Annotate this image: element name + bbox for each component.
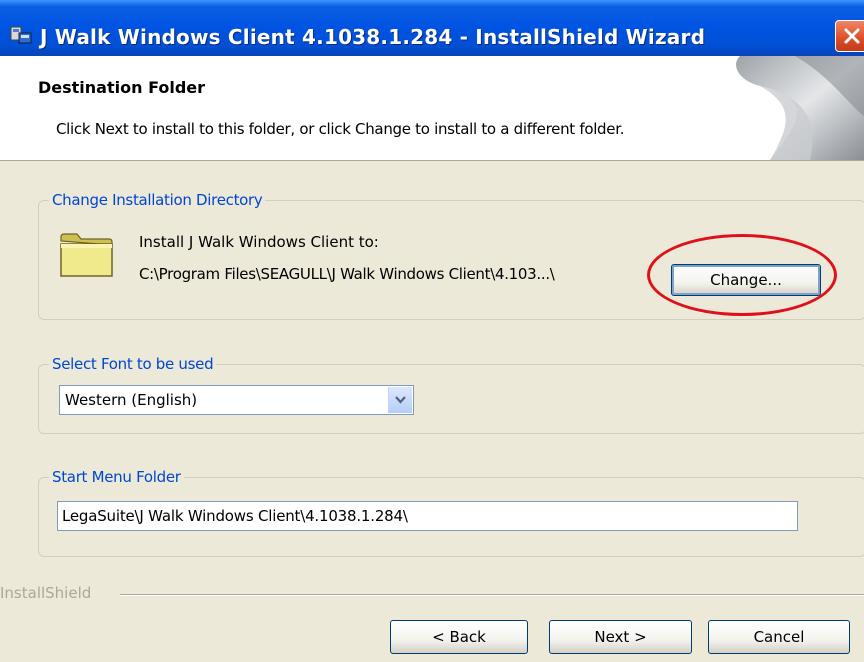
chevron-down-icon [395, 396, 406, 404]
dropdown-button[interactable] [388, 387, 412, 413]
folder-icon [60, 233, 113, 277]
installshield-brand-label: InstallShield [0, 584, 92, 602]
font-select[interactable]: Western (English) [59, 385, 414, 415]
font-select-value: Western (English) [65, 391, 198, 409]
installation-directory-group: Change Installation Directory Install J … [38, 191, 864, 320]
back-button[interactable]: < Back [390, 620, 528, 654]
close-button[interactable] [835, 20, 864, 52]
start-menu-folder-input[interactable]: LegaSuite\J Walk Windows Client\4.1038.1… [57, 501, 798, 531]
installation-directory-legend: Change Installation Directory [49, 191, 266, 209]
start-menu-folder-value: LegaSuite\J Walk Windows Client\4.1038.1… [62, 507, 408, 525]
page-curl-graphic [736, 56, 864, 160]
close-icon [844, 28, 860, 44]
start-menu-folder-legend: Start Menu Folder [49, 468, 184, 486]
font-selection-legend: Select Font to be used [49, 355, 217, 373]
installer-icon [10, 24, 32, 44]
page-description: Click Next to install to this folder, or… [56, 120, 625, 138]
start-menu-folder-group: Start Menu Folder LegaSuite\J Walk Windo… [38, 468, 864, 557]
header-banner: Destination Folder Click Next to install… [0, 56, 864, 161]
window-title: J Walk Windows Client 4.1038.1.284 - Ins… [40, 25, 706, 49]
next-button[interactable]: Next > [549, 620, 692, 654]
installshield-wizard-window: J Walk Windows Client 4.1038.1.284 - Ins… [0, 0, 864, 662]
title-bar[interactable]: J Walk Windows Client 4.1038.1.284 - Ins… [0, 0, 864, 56]
font-selection-group: Select Font to be used Western (English) [38, 355, 864, 434]
change-button[interactable]: Change... [671, 264, 821, 296]
install-target-label: Install J Walk Windows Client to: [139, 233, 379, 251]
cancel-button[interactable]: Cancel [708, 620, 850, 654]
page-title: Destination Folder [38, 78, 206, 97]
footer-divider [120, 594, 864, 596]
install-path: C:\Program Files\SEAGULL\J Walk Windows … [139, 265, 555, 283]
